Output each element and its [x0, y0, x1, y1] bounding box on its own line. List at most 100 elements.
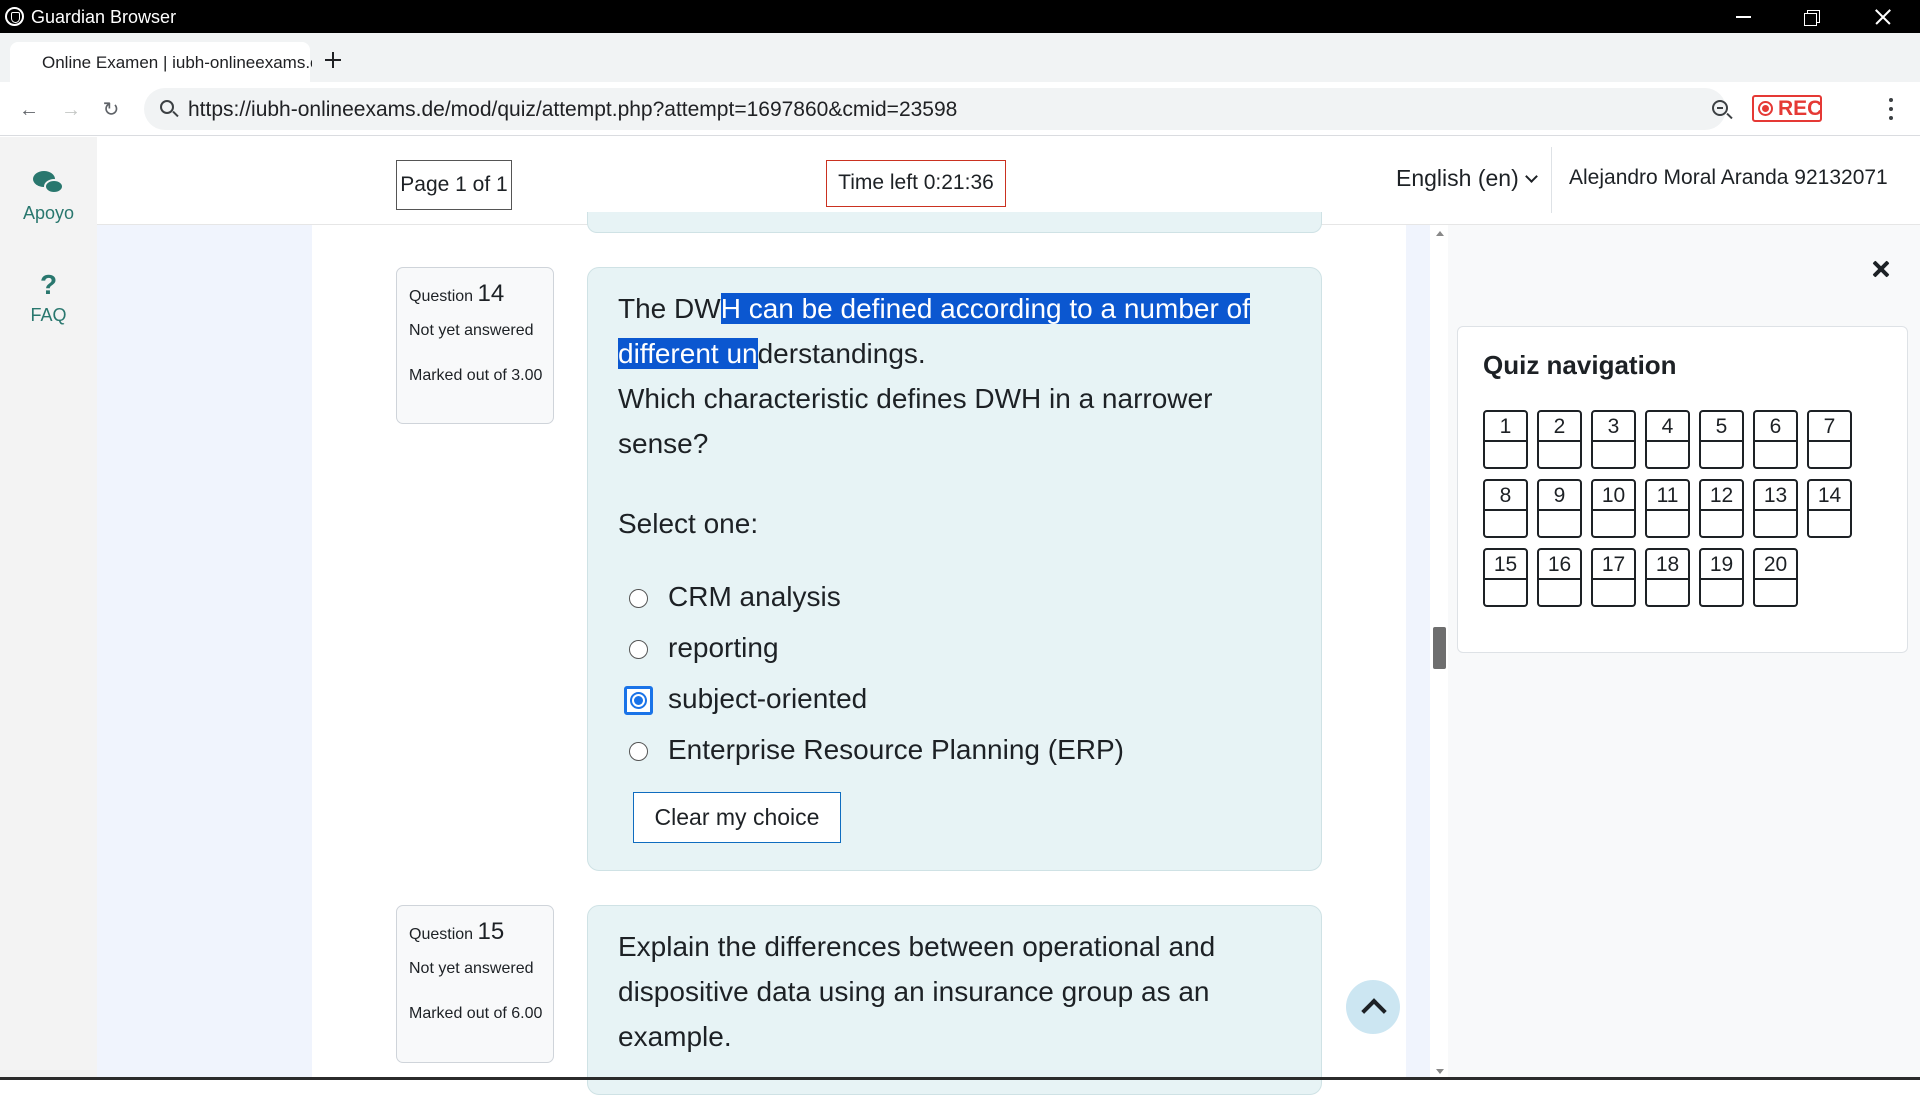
quiz-nav-button-number: 7 [1809, 412, 1850, 442]
new-tab-button[interactable] [322, 49, 344, 71]
question-info-15: Question 15 Not yet answered Marked out … [396, 905, 554, 1063]
scroll-down-arrow-icon[interactable] [1436, 1069, 1444, 1074]
answer-option-label[interactable]: subject-oriented [668, 683, 867, 715]
window-title: Guardian Browser [31, 7, 177, 27]
quiz-nav-button[interactable]: 12 [1699, 479, 1744, 538]
previous-question-card-edge [587, 212, 1322, 233]
quiz-nav-button-number: 11 [1647, 481, 1688, 511]
quiz-nav-button[interactable]: 9 [1537, 479, 1582, 538]
question-text: Explain the differences between operatio… [618, 931, 1216, 1052]
search-icon [160, 100, 174, 114]
header-divider [1551, 147, 1552, 213]
quiz-nav-button-number: 4 [1647, 412, 1688, 442]
chevron-down-icon [1524, 170, 1538, 183]
language-selector[interactable]: English (en) [1396, 165, 1538, 192]
rec-indicator: REC [1752, 95, 1822, 122]
support-item-apoyo[interactable]: Apoyo [0, 169, 97, 224]
forward-arrow-icon[interactable]: → [60, 99, 82, 121]
radio-button[interactable] [629, 742, 648, 761]
answer-option-label[interactable]: reporting [668, 632, 779, 664]
question-grade: Marked out of 3.00 [409, 367, 543, 384]
tab-title: Online Examen | iubh-onlineexams.c [42, 53, 312, 72]
quiz-nav-button[interactable]: 15 [1483, 548, 1528, 607]
quiz-navigation-title: Quiz navigation [1483, 350, 1677, 380]
scrollbar-thumb[interactable] [1433, 627, 1446, 669]
support-item-faq[interactable]: ? FAQ [0, 269, 97, 326]
clear-choice-button[interactable]: Clear my choice [633, 792, 841, 843]
support-item-label: FAQ [30, 305, 67, 325]
select-one-prompt: Select one: [618, 508, 759, 539]
quiz-nav-button[interactable]: 18 [1645, 548, 1690, 607]
quiz-nav-button-number: 2 [1539, 412, 1580, 442]
quiz-nav-button[interactable]: 11 [1645, 479, 1690, 538]
quiz-nav-button-number: 15 [1485, 550, 1526, 580]
page-indicator: Page 1 of 1 [396, 160, 512, 210]
quiz-nav-button[interactable]: 2 [1537, 410, 1582, 469]
quiz-nav-button-number: 12 [1701, 481, 1742, 511]
title-bar: Guardian Browser [0, 0, 1920, 33]
user-name[interactable]: Alejandro Moral Aranda 92132071 [1569, 166, 1888, 190]
reload-icon[interactable]: ↻ [100, 99, 122, 121]
browser-menu-icon[interactable] [1888, 98, 1894, 120]
question-grade: Marked out of 6.00 [409, 1005, 543, 1022]
quiz-nav-button-number: 13 [1755, 481, 1796, 511]
scroll-up-arrow-icon[interactable] [1436, 231, 1444, 236]
rec-label: REC [1778, 97, 1823, 120]
quiz-nav-button-number: 9 [1539, 481, 1580, 511]
quiz-nav-button[interactable]: 7 [1807, 410, 1852, 469]
quiz-nav-button[interactable]: 4 [1645, 410, 1690, 469]
quiz-nav-button[interactable]: 8 [1483, 479, 1528, 538]
quiz-nav-button[interactable]: 13 [1753, 479, 1798, 538]
quiz-nav-button[interactable]: 3 [1591, 410, 1636, 469]
quiz-nav-button-number: 10 [1593, 481, 1634, 511]
quiz-nav-button-number: 17 [1593, 550, 1634, 580]
close-window-button[interactable] [1853, 0, 1913, 33]
language-label: English (en) [1396, 165, 1519, 191]
radio-button[interactable] [629, 640, 648, 659]
record-dot-icon [1758, 101, 1773, 116]
url-text[interactable]: https://iubh-onlineexams.de/mod/quiz/att… [188, 98, 957, 122]
back-arrow-icon[interactable]: ← [18, 99, 40, 121]
quiz-nav-button-number: 18 [1647, 550, 1688, 580]
question-number: Question 15 [409, 918, 505, 945]
quiz-nav-button-number: 1 [1485, 412, 1526, 442]
answer-option-label[interactable]: Enterprise Resource Planning (ERP) [668, 734, 1124, 766]
quiz-nav-button[interactable]: 6 [1753, 410, 1798, 469]
question-number: Question 14 [409, 280, 505, 307]
radio-button-selected[interactable] [624, 686, 653, 715]
support-sidebar: Apoyo ? FAQ [0, 137, 97, 1080]
radio-button[interactable] [629, 589, 648, 608]
quiz-nav-button[interactable]: 14 [1807, 479, 1852, 538]
question-card-14: The DWH can be defined according to a nu… [587, 267, 1322, 871]
minimize-button[interactable] [1714, 0, 1774, 33]
chat-icon [31, 169, 67, 197]
question-card-15: Explain the differences between operatio… [587, 905, 1322, 1095]
tab-strip: Online Examen | iubh-onlineexams.c [0, 33, 1920, 82]
question-state: Not yet answered [409, 960, 534, 977]
quiz-nav-button[interactable]: 10 [1591, 479, 1636, 538]
restore-button[interactable] [1783, 0, 1843, 33]
quiz-timer: Time left 0:21:36 [826, 160, 1006, 207]
support-item-label: Apoyo [22, 203, 75, 223]
question-info-14: Question 14 Not yet answered Marked out … [396, 267, 554, 424]
browser-tab[interactable]: Online Examen | iubh-onlineexams.c [10, 42, 312, 82]
quiz-nav-button-number: 14 [1809, 481, 1850, 511]
address-bar[interactable]: https://iubh-onlineexams.de/mod/quiz/att… [144, 88, 1726, 130]
answer-option-label[interactable]: CRM analysis [668, 581, 841, 613]
quiz-nav-button-number: 5 [1701, 412, 1742, 442]
back-to-top-button[interactable] [1346, 980, 1400, 1034]
quiz-navigation-block: Quiz navigation 1 2 3 4 5 6 7 8 9 10 11 12 13 14 15 16 1… [1457, 326, 1908, 653]
close-drawer-icon[interactable] [1870, 258, 1892, 280]
quiz-nav-button[interactable]: 20 [1753, 548, 1798, 607]
quiz-nav-button[interactable]: 19 [1699, 548, 1744, 607]
zoom-icon[interactable] [1712, 100, 1728, 116]
quiz-nav-button-number: 6 [1755, 412, 1796, 442]
quiz-nav-button[interactable]: 5 [1699, 410, 1744, 469]
quiz-nav-button-number: 20 [1755, 550, 1796, 580]
quiz-nav-button[interactable]: 16 [1537, 548, 1582, 607]
quiz-nav-button-number: 8 [1485, 481, 1526, 511]
question-icon: ? [39, 269, 58, 300]
guardian-shield-icon [5, 7, 24, 26]
quiz-nav-button[interactable]: 1 [1483, 410, 1528, 469]
quiz-nav-button[interactable]: 17 [1591, 548, 1636, 607]
